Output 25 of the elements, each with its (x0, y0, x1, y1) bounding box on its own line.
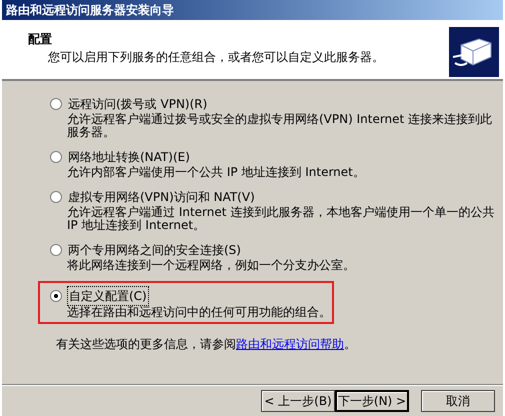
back-button[interactable]: < 上一步(B) (261, 390, 335, 412)
option-label[interactable]: 远程访问(拨号或 VPN)(R) (67, 95, 208, 113)
header-subtitle: 您可以启用下列服务的任意组合，或者您可以自定义此服务器。 (47, 49, 384, 66)
option-description: 允许远程客户端通过 Internet 连接到此服务器，本地客户端使用一个单一的公共 IP 地址连接到 Internet。 (66, 206, 495, 232)
network-cable-icon (449, 27, 499, 77)
option-description: 选择在路由和远程访问中的任何可用功能的组合。 (66, 306, 332, 319)
option-label[interactable]: 两个专用网络之间的安全连接(S) (67, 241, 242, 259)
radio-button[interactable] (50, 98, 62, 110)
radio-button[interactable] (50, 151, 62, 163)
header-title: 配置 (28, 31, 53, 48)
next-button[interactable]: 下一步(N) > (335, 390, 409, 412)
option-description: 允许内部客户端使用一个公共 IP 地址连接到 Internet。 (66, 166, 366, 179)
option-label[interactable]: 网络地址转换(NAT)(E) (67, 148, 191, 166)
option-label[interactable]: 虚拟专用网络(VPN)访问和 NAT(V) (67, 188, 256, 206)
radio-button[interactable] (50, 290, 62, 302)
radio-button[interactable] (50, 191, 62, 203)
help-text-end: 。 (344, 337, 356, 351)
help-link[interactable]: 路由和远程访问帮助 (236, 337, 344, 351)
help-text: 有关这些选项的更多信息，请参阅 (56, 337, 236, 351)
cancel-button[interactable]: 取消 (421, 390, 495, 412)
radio-button[interactable] (50, 244, 62, 256)
option-label[interactable]: 自定义配置(C) (67, 286, 149, 306)
option-description: 将此网络连接到一个远程网络，例如一个分支办公室。 (66, 259, 356, 272)
option-description: 允许远程客户端通过拨号或安全的虚拟专用网络(VPN) Internet 连接来连接到此服务器。 (66, 113, 494, 139)
window-title: 路由和远程访问服务器安装向导 (6, 2, 174, 19)
